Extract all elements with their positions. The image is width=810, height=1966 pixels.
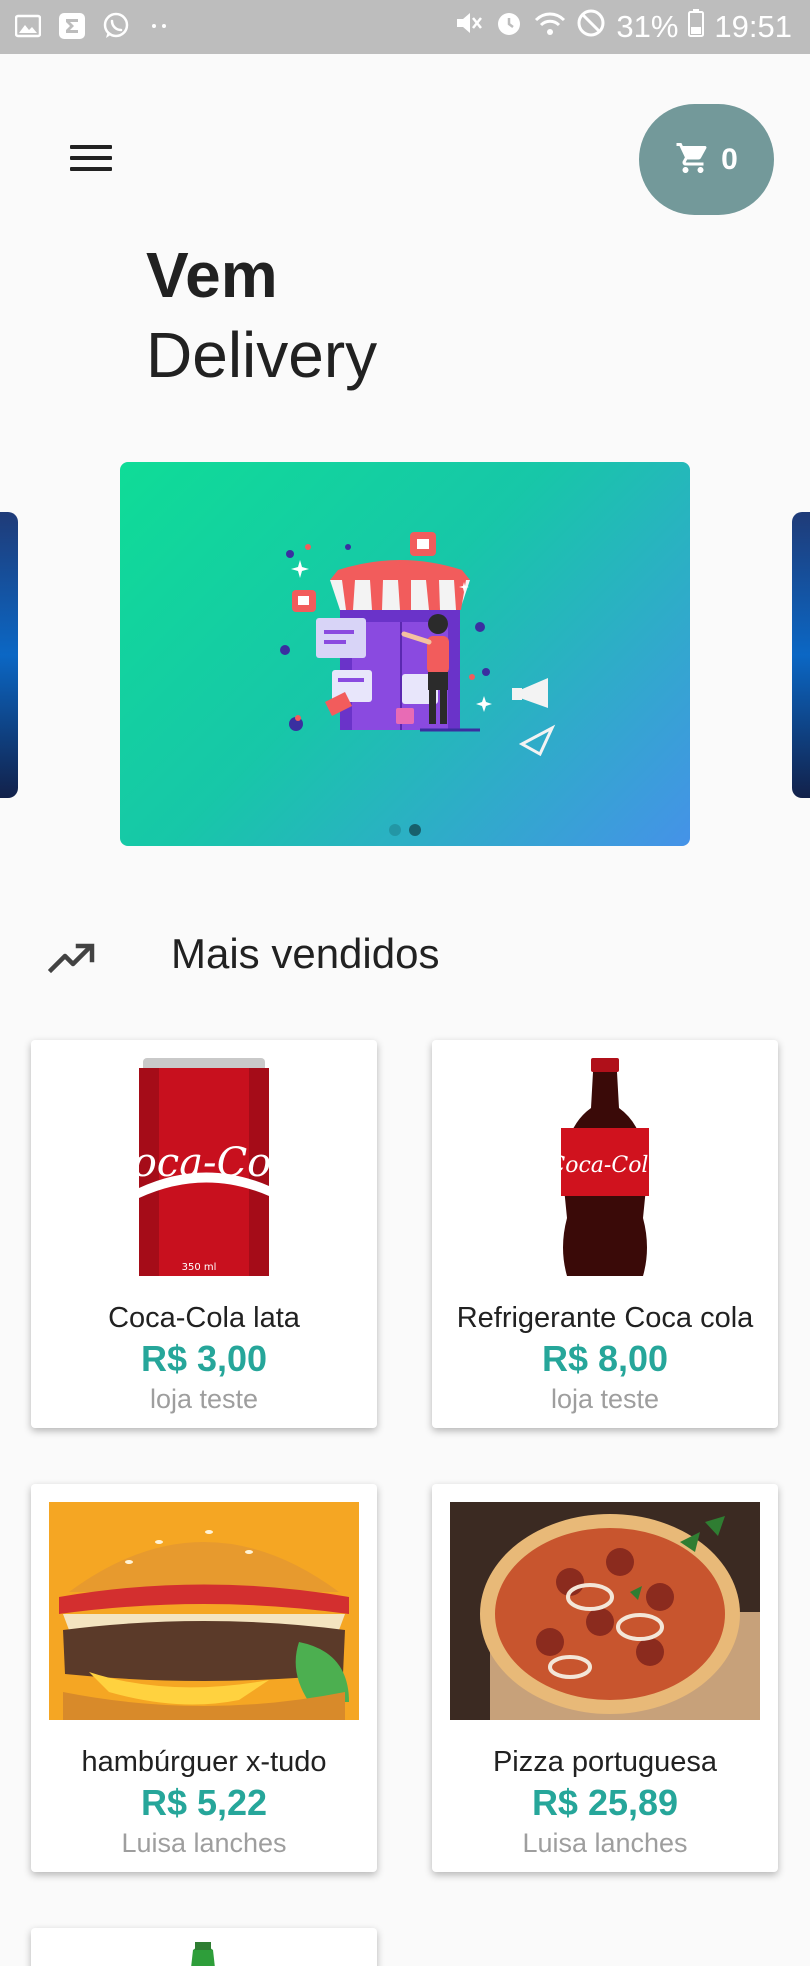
carousel-dot-active[interactable] bbox=[409, 824, 421, 836]
svg-text:Coca-Cola: Coca-Cola bbox=[555, 1153, 655, 1178]
carousel-indicators bbox=[120, 824, 690, 836]
sigma-icon bbox=[56, 10, 88, 42]
product-card-partial[interactable] bbox=[31, 1928, 377, 1966]
product-card[interactable]: Pizza portuguesa R$ 25,89 Luisa lanches bbox=[432, 1484, 778, 1872]
carousel-next-slide[interactable] bbox=[792, 512, 810, 798]
product-image bbox=[191, 1942, 215, 1966]
battery-icon bbox=[688, 9, 705, 45]
status-bar: 31% 19:51 bbox=[0, 0, 810, 54]
battery-text: 31% bbox=[616, 9, 679, 44]
svg-text:Coca-Cola: Coca-Cola bbox=[139, 1140, 269, 1186]
product-image bbox=[450, 1502, 760, 1720]
product-image: Coca-Cola 350 ml bbox=[49, 1058, 359, 1276]
cart-count: 0 bbox=[721, 142, 738, 176]
trending-up-icon bbox=[47, 936, 96, 976]
product-price: R$ 8,00 bbox=[541, 1338, 669, 1379]
whatsapp-icon bbox=[100, 10, 132, 42]
product-store: loja teste bbox=[149, 1384, 259, 1414]
section-title: Mais vendidos bbox=[171, 930, 440, 977]
carousel-dot[interactable] bbox=[389, 824, 401, 836]
mute-icon bbox=[454, 9, 484, 45]
store-illustration bbox=[280, 532, 556, 757]
product-store: loja teste bbox=[550, 1384, 660, 1414]
product-card[interactable]: Coca-Cola 350 ml Coca-Cola lata R$ 3,00 … bbox=[31, 1040, 377, 1428]
product-image: Coca-Cola bbox=[450, 1058, 760, 1276]
product-name: Refrigerante Coca cola bbox=[456, 1302, 754, 1334]
product-store: Luisa lanches bbox=[121, 1828, 287, 1858]
wifi-icon bbox=[534, 9, 566, 45]
carousel-prev-slide[interactable] bbox=[0, 512, 18, 798]
product-name: hambúrguer x-tudo bbox=[81, 1746, 327, 1778]
product-price: R$ 5,22 bbox=[140, 1782, 268, 1823]
cart-icon bbox=[675, 140, 711, 180]
more-dots-icon bbox=[144, 10, 176, 42]
product-store: Luisa lanches bbox=[522, 1828, 688, 1858]
product-card[interactable]: hambúrguer x-tudo R$ 5,22 Luisa lanches bbox=[31, 1484, 377, 1872]
product-price: R$ 3,00 bbox=[140, 1338, 268, 1379]
product-card[interactable]: Coca-Cola Refrigerante Coca cola R$ 8,00… bbox=[432, 1040, 778, 1428]
menu-icon-bar bbox=[70, 156, 112, 160]
menu-button[interactable] bbox=[70, 130, 126, 186]
product-name: Coca-Cola lata bbox=[108, 1302, 300, 1334]
product-image bbox=[49, 1502, 359, 1720]
svg-text:350 ml: 350 ml bbox=[182, 1262, 217, 1273]
menu-icon-bar bbox=[70, 145, 112, 149]
clock-text: 19:51 bbox=[714, 9, 792, 44]
product-name: Pizza portuguesa bbox=[492, 1746, 718, 1778]
menu-icon-bar bbox=[70, 167, 112, 171]
carousel-slide[interactable] bbox=[120, 462, 690, 846]
banner-carousel[interactable] bbox=[0, 462, 810, 846]
brand-subtitle: Delivery bbox=[146, 319, 378, 391]
product-price: R$ 25,89 bbox=[531, 1782, 679, 1823]
block-icon bbox=[576, 8, 606, 46]
alarm-icon bbox=[494, 8, 524, 46]
gallery-icon bbox=[12, 10, 44, 42]
cart-button[interactable]: 0 bbox=[639, 104, 774, 215]
brand-title: Vem bbox=[146, 239, 278, 311]
